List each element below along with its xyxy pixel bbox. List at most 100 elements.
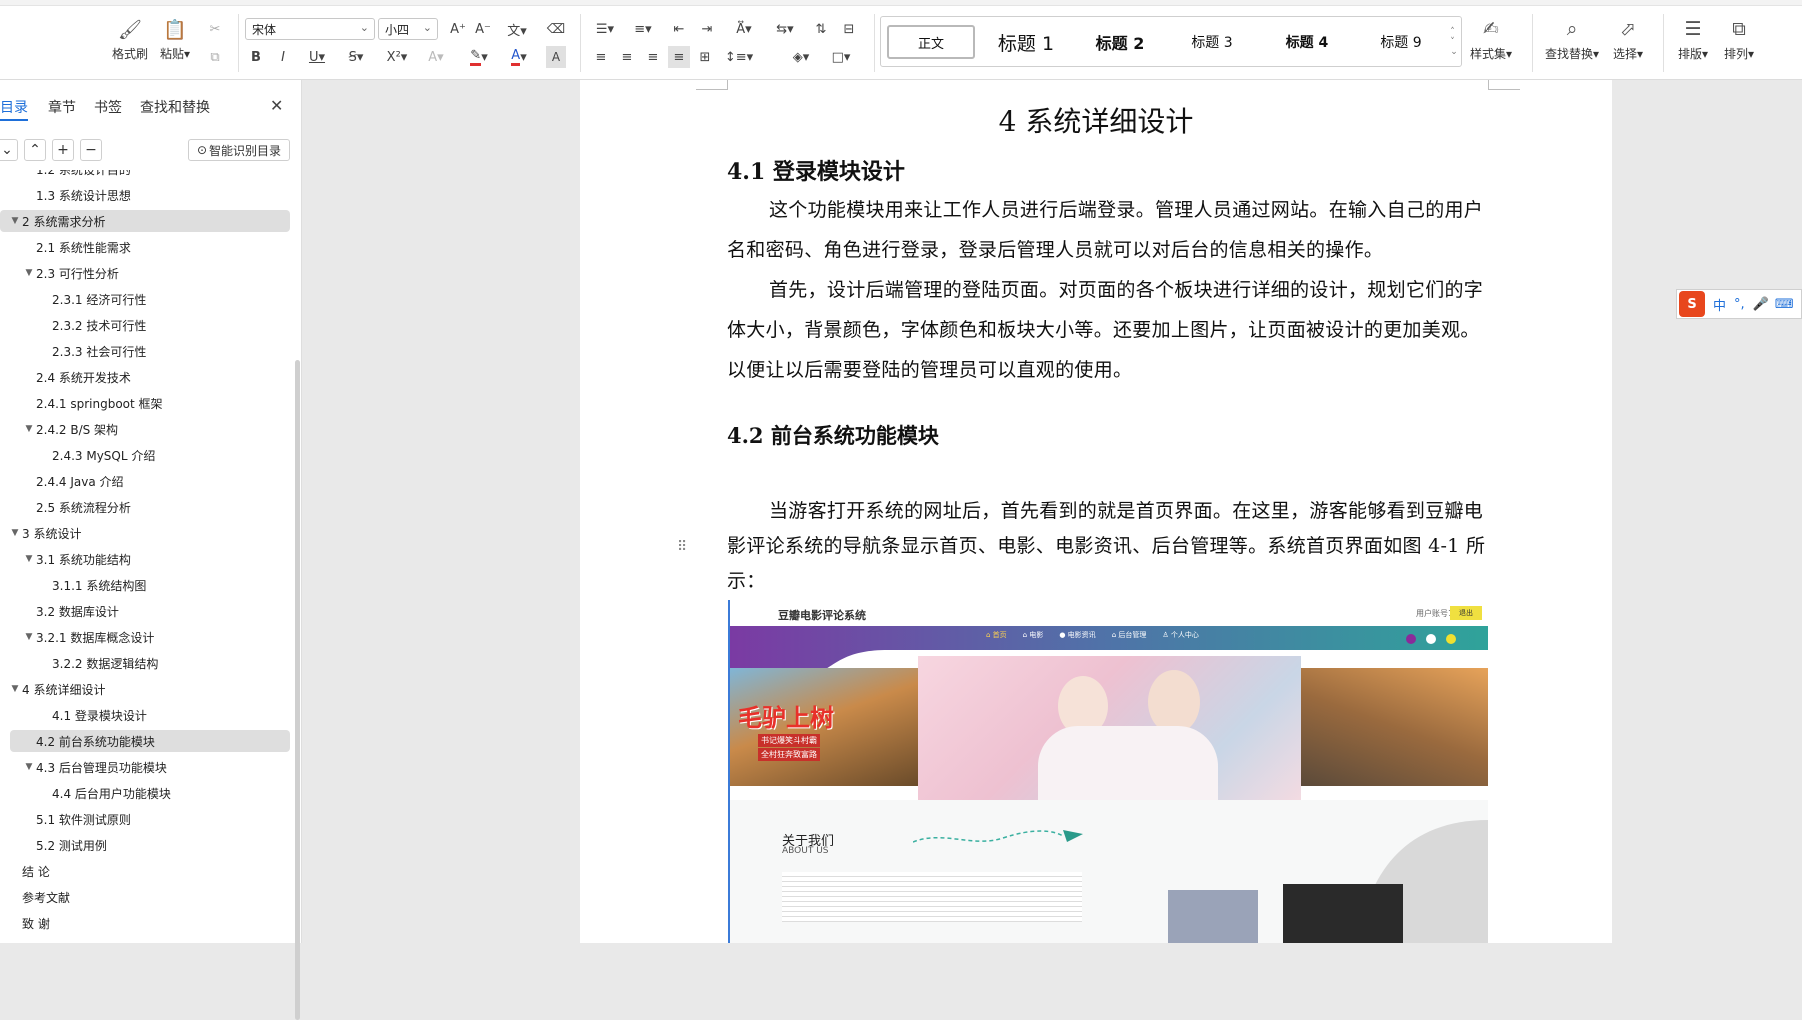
expand-caret-icon[interactable]: ▼ xyxy=(22,632,36,642)
toc-item[interactable]: ▼ 4.3 后台管理员功能模块 xyxy=(0,756,290,778)
expand-caret-icon[interactable]: ▼ xyxy=(22,268,36,278)
toc-item[interactable]: 2.5 系统流程分析 xyxy=(0,496,290,518)
style-heading-4[interactable]: 标题 4 xyxy=(1261,25,1353,59)
align-left-icon[interactable]: ≡ xyxy=(590,46,612,68)
document-page[interactable]: 4 系统详细设计 4.1 登录模块设计 这个功能模块用来让工作人员进行后端登录。… xyxy=(580,80,1612,943)
expand-caret-icon[interactable]: ▼ xyxy=(22,762,36,772)
superscript-icon[interactable]: X²▾ xyxy=(382,46,412,68)
justify-icon[interactable]: ≡ xyxy=(668,46,690,68)
paste-button[interactable]: 📋 粘贴▾ xyxy=(160,16,190,62)
decrease-indent-icon[interactable]: ⇤ xyxy=(668,18,690,40)
select-button[interactable]: ⬀ 选择▾ xyxy=(1613,16,1643,62)
move-up-icon[interactable]: ⌃ xyxy=(24,139,46,161)
toc-item[interactable]: 5.1 软件测试原则 xyxy=(0,808,290,830)
drag-handle-icon[interactable]: ⠿ xyxy=(677,539,687,555)
expand-caret-icon[interactable]: ▼ xyxy=(22,554,36,564)
tab-find-replace[interactable]: 查找和替换 xyxy=(140,97,210,121)
toc-item[interactable]: 3.2 数据库设计 xyxy=(0,600,290,622)
expand-caret-icon[interactable]: ▼ xyxy=(8,528,22,538)
microphone-icon[interactable]: 🎤 xyxy=(1753,297,1769,312)
toc-item[interactable]: 2.4.3 MySQL 介绍 xyxy=(0,444,290,466)
style-normal[interactable]: 正文 xyxy=(887,25,975,59)
punctuation-icon[interactable]: °, xyxy=(1734,297,1745,312)
keyboard-icon[interactable]: ⌨ xyxy=(1775,297,1794,312)
add-heading-icon[interactable]: + xyxy=(52,139,74,161)
toc-item[interactable]: ▼ 2 系统需求分析 xyxy=(0,210,290,232)
toc-item[interactable]: 2.3.2 技术可行性 xyxy=(0,314,290,336)
style-set-button[interactable]: ✍ 样式集▾ xyxy=(1470,16,1512,62)
remove-heading-icon[interactable]: − xyxy=(80,139,102,161)
cut-icon[interactable]: ✂ xyxy=(205,18,225,40)
font-size-select[interactable]: 小四 ⌄ xyxy=(378,18,438,40)
close-icon[interactable]: ✕ xyxy=(270,96,283,115)
strikethrough-icon[interactable]: Ꞩ▾ xyxy=(342,46,370,68)
style-heading-3[interactable]: 标题 3 xyxy=(1169,25,1255,59)
arrange-button[interactable]: ⧉ 排列▾ xyxy=(1724,16,1754,62)
toc-item[interactable]: ▼ 3 系统设计 xyxy=(0,522,290,544)
shrink-font-icon[interactable]: A⁻ xyxy=(472,18,494,40)
ime-mode[interactable]: 中 xyxy=(1713,295,1726,314)
toc-item[interactable]: 1.2 系统设计目的 xyxy=(0,170,290,180)
toc-item[interactable]: ▼ 4 系统详细设计 xyxy=(0,678,290,700)
line-spacing-icon[interactable]: ↕≡▾ xyxy=(722,46,756,68)
toc-item[interactable]: ▼ 3.1 系统功能结构 xyxy=(0,548,290,570)
char-shading-icon[interactable]: A xyxy=(546,46,566,68)
style-heading-1[interactable]: 标题 1 xyxy=(981,25,1071,59)
shading-icon[interactable]: ◈▾ xyxy=(786,46,816,68)
chinese-layout-icon[interactable]: A⃡▾ xyxy=(728,18,760,40)
toc-item[interactable]: 参考文献 xyxy=(0,886,290,908)
sort-icon[interactable]: ⇅ xyxy=(810,18,832,40)
toc-item[interactable]: ▼ 2.4.2 B/S 架构 xyxy=(0,418,290,440)
toc-item[interactable]: 3.2.2 数据逻辑结构 xyxy=(0,652,290,674)
increase-indent-icon[interactable]: ⇥ xyxy=(696,18,718,40)
italic-button[interactable]: I xyxy=(272,46,294,68)
expand-caret-icon[interactable]: ▼ xyxy=(22,424,36,434)
toc-item[interactable]: 2.4.4 Java 介绍 xyxy=(0,470,290,492)
tab-chapters[interactable]: 章节 xyxy=(48,97,76,121)
figure-homepage-screenshot[interactable]: 豆瓣电影评论系统 用户账号1 退出 ⌂ 首页 ⌂ 电影 ● 电影资讯 ⌂ 后台管… xyxy=(728,600,1488,943)
bold-button[interactable]: B xyxy=(245,46,267,68)
border-icon[interactable]: □▾ xyxy=(826,46,856,68)
toc-item[interactable]: ▼ 2.3 可行性分析 xyxy=(0,262,290,284)
text-direction-icon[interactable]: ⇆▾ xyxy=(770,18,800,40)
highlight-color-icon[interactable]: ✎ ▾ xyxy=(463,46,495,68)
toc-item[interactable]: 2.3.1 经济可行性 xyxy=(0,288,290,310)
toc-item[interactable]: 致 谢 xyxy=(0,912,290,934)
style-scroll-icon[interactable]: ˄ ˅ ⌄ xyxy=(1447,19,1461,65)
font-name-select[interactable]: 宋体 ⌄ xyxy=(245,18,375,40)
toc-item[interactable]: 2.4.1 springboot 框架 xyxy=(0,392,290,414)
copy-icon[interactable]: ⧉ xyxy=(205,46,225,68)
toc-item[interactable]: 2.3.3 社会可行性 xyxy=(0,340,290,362)
toc-item[interactable]: 1.3 系统设计思想 xyxy=(0,184,290,206)
show-marks-icon[interactable]: ⊟ xyxy=(838,18,860,40)
toc-item[interactable]: ▼ 3.2.1 数据库概念设计 xyxy=(0,626,290,648)
style-heading-9[interactable]: 标题 9 xyxy=(1359,25,1443,59)
bullet-list-icon[interactable]: ☰▾ xyxy=(590,18,620,40)
layout-button[interactable]: ☰ 排版▾ xyxy=(1678,16,1708,62)
clear-format-icon[interactable]: ⌫ xyxy=(545,18,567,40)
align-right-icon[interactable]: ≡ xyxy=(642,46,664,68)
toc-item[interactable]: 结 论 xyxy=(0,860,290,882)
grow-font-icon[interactable]: A⁺ xyxy=(447,18,469,40)
toc-scrollbar[interactable] xyxy=(295,360,300,1020)
toc-item[interactable]: 2.4 系统开发技术 xyxy=(0,366,290,388)
smart-toc-button[interactable]: ⊙ 智能识别目录 xyxy=(188,139,290,161)
distribute-icon[interactable]: ⊞ xyxy=(694,46,716,68)
toc-item[interactable]: 4.2 前台系统功能模块 xyxy=(10,730,290,752)
ime-toolbar[interactable]: S 中 °, 🎤 ⌨ xyxy=(1676,289,1802,319)
format-painter-button[interactable]: 🖌 格式刷 xyxy=(112,16,148,62)
expand-caret-icon[interactable]: ▼ xyxy=(8,216,22,226)
style-heading-2[interactable]: 标题 2 xyxy=(1077,25,1163,59)
font-color-button[interactable]: A ▾ xyxy=(503,46,535,68)
find-replace-button[interactable]: ⌕ 查找替换▾ xyxy=(1545,16,1599,62)
toc-item[interactable]: 5.2 测试用例 xyxy=(0,834,290,856)
expand-caret-icon[interactable]: ▼ xyxy=(8,684,22,694)
phonetic-guide-icon[interactable]: 文▾ xyxy=(500,18,534,40)
align-center-icon[interactable]: ≡ xyxy=(616,46,638,68)
tab-bookmarks[interactable]: 书签 xyxy=(94,97,122,121)
toc-item[interactable]: 2.1 系统性能需求 xyxy=(0,236,290,258)
tab-toc[interactable]: 目录 xyxy=(0,97,28,121)
toc-item[interactable]: 4.4 后台用户功能模块 xyxy=(0,782,290,804)
numbered-list-icon[interactable]: ≡▾ xyxy=(628,18,658,40)
toc-item[interactable]: 4.1 登录模块设计 xyxy=(0,704,290,726)
